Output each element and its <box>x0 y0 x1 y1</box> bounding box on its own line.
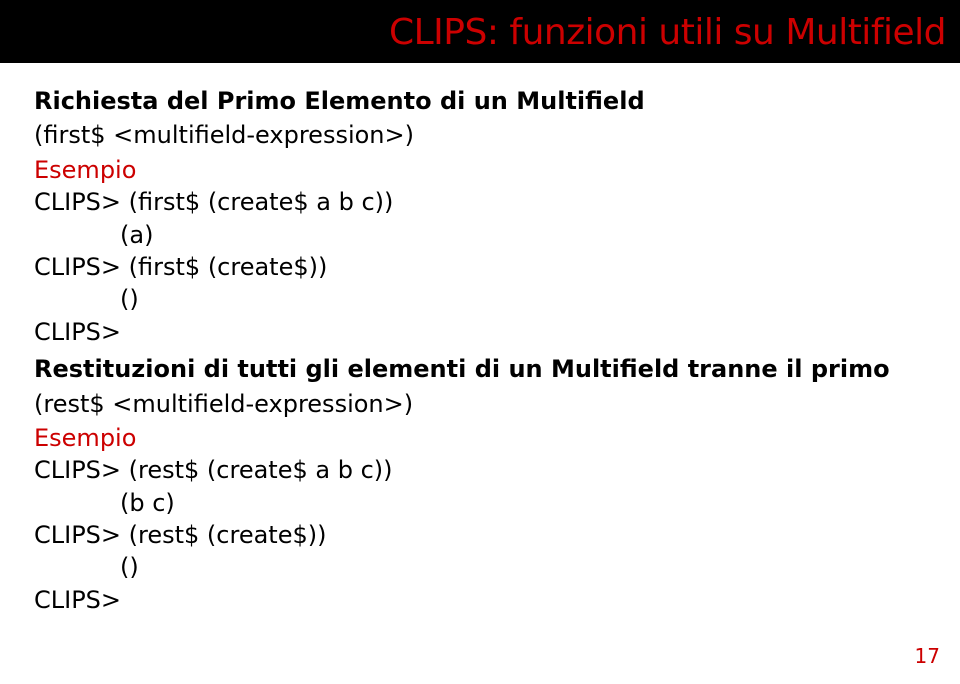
slide-title: CLIPS: funzioni utili su Multifield <box>0 12 960 53</box>
code-line: CLIPS> (first$ (create$ a b c)) <box>34 186 926 218</box>
section-heading: Richiesta del Primo Elemento di un Multi… <box>34 85 926 117</box>
code-output: () <box>34 551 926 583</box>
code-line: CLIPS> (first$ (create$)) <box>34 251 926 283</box>
example-label: Esempio <box>34 154 926 186</box>
code-line: CLIPS> <box>34 584 926 616</box>
slide-content: Richiesta del Primo Elemento di un Multi… <box>0 63 960 616</box>
example-label: Esempio <box>34 422 926 454</box>
syntax-line: (first$ <multifield-expression>) <box>34 119 926 151</box>
code-line: CLIPS> <box>34 316 926 348</box>
code-line: CLIPS> (rest$ (create$ a b c)) <box>34 454 926 486</box>
section-heading: Restituzioni di tutti gli elementi di un… <box>34 353 926 385</box>
code-line: CLIPS> (rest$ (create$)) <box>34 519 926 551</box>
code-output: (a) <box>34 219 926 251</box>
syntax-line: (rest$ <multifield-expression>) <box>34 388 926 420</box>
code-output: () <box>34 283 926 315</box>
page-number: 17 <box>915 644 940 668</box>
section-rest: Restituzioni di tutti gli elementi di un… <box>34 353 926 616</box>
section-first: Richiesta del Primo Elemento di un Multi… <box>34 85 926 348</box>
title-bar: CLIPS: funzioni utili su Multifield <box>0 0 960 63</box>
code-output: (b c) <box>34 487 926 519</box>
